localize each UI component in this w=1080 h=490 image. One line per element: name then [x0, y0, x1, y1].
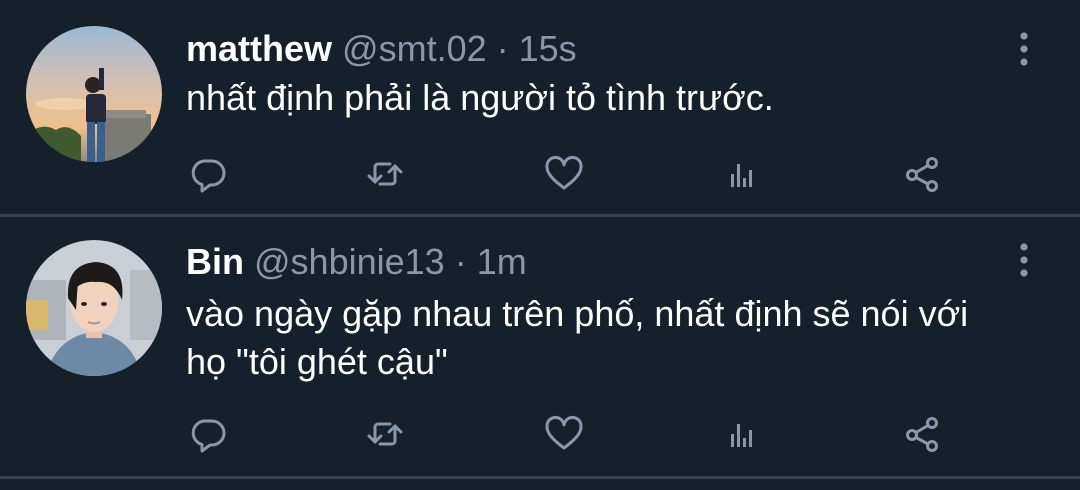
- share-icon[interactable]: [900, 412, 944, 456]
- more-options-icon[interactable]: [1014, 30, 1034, 70]
- like-icon[interactable]: [542, 412, 586, 456]
- timestamp[interactable]: 15s: [519, 28, 577, 69]
- tweet-actions: [186, 152, 946, 196]
- tweet[interactable]: Bin @shbinie13 · 1m vào ngày gặp nhau tr…: [0, 218, 1080, 476]
- tweet-header: matthew @smt.02 · 15s: [186, 27, 577, 71]
- reply-icon[interactable]: [186, 152, 230, 196]
- tweet-header: Bin @shbinie13 · 1m: [186, 240, 527, 284]
- tweet-text: vào ngày gặp nhau trên phố, nhất định sẽ…: [186, 293, 969, 382]
- separator: ·: [486, 28, 519, 69]
- analytics-icon[interactable]: [720, 412, 764, 456]
- user-photo-avatar: [26, 240, 162, 376]
- divider: [0, 214, 1080, 217]
- share-icon[interactable]: [900, 152, 944, 196]
- display-name[interactable]: Bin: [186, 241, 244, 282]
- display-name[interactable]: matthew: [186, 28, 332, 69]
- user-photo-avatar: [26, 26, 162, 162]
- avatar[interactable]: [26, 240, 162, 376]
- tweet[interactable]: matthew @smt.02 · 15s nhất định phải là …: [0, 0, 1080, 214]
- retweet-icon[interactable]: [363, 152, 407, 196]
- handle[interactable]: @shbinie13: [254, 241, 445, 282]
- timestamp[interactable]: 1m: [477, 241, 527, 282]
- separator: ·: [444, 241, 477, 282]
- avatar[interactable]: [26, 26, 162, 162]
- tweet-text: nhất định phải là người tỏ tình trước.: [186, 77, 774, 118]
- retweet-icon[interactable]: [363, 412, 407, 456]
- tweet-actions: [186, 412, 946, 456]
- analytics-icon[interactable]: [720, 152, 764, 196]
- handle[interactable]: @smt.02: [342, 28, 487, 69]
- like-icon[interactable]: [542, 152, 586, 196]
- reply-icon[interactable]: [186, 412, 230, 456]
- divider: [0, 476, 1080, 479]
- more-options-icon[interactable]: [1014, 241, 1034, 281]
